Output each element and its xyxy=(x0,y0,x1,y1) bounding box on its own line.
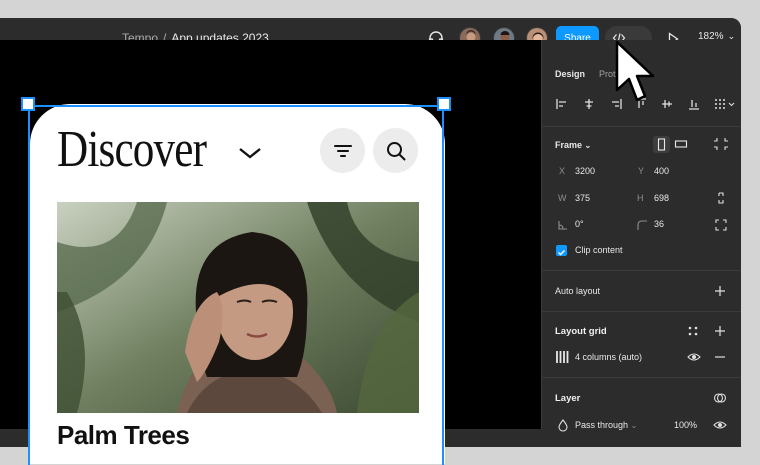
y-label: Y xyxy=(638,166,645,176)
auto-layout-label: Auto layout xyxy=(555,286,601,296)
layer-label: Layer xyxy=(555,393,581,404)
constrain-proportions-icon[interactable] xyxy=(714,191,728,205)
divider xyxy=(541,311,741,312)
resize-to-fit-icon[interactable] xyxy=(714,137,728,151)
minus-icon[interactable] xyxy=(713,350,727,364)
align-horizontal-center-icon[interactable] xyxy=(582,97,596,111)
tab-design[interactable]: Design xyxy=(555,69,585,79)
blend-mode-icon[interactable] xyxy=(713,391,727,405)
corner-radius-input[interactable]: 36 xyxy=(654,219,664,229)
selection-outline xyxy=(28,105,444,465)
mouse-cursor-icon xyxy=(615,40,655,102)
portrait-toggle[interactable] xyxy=(653,136,670,153)
align-left-icon[interactable] xyxy=(555,97,569,111)
x-label: X xyxy=(559,166,566,176)
w-label: W xyxy=(558,193,567,203)
y-input[interactable]: 400 xyxy=(654,166,669,176)
blend-mode-dropdown[interactable]: Pass through ⌄ xyxy=(575,420,637,430)
x-input[interactable]: 3200 xyxy=(575,166,595,176)
rotation-icon xyxy=(558,221,567,230)
portrait-icon xyxy=(657,138,666,151)
clip-content-label: Clip content xyxy=(575,245,623,255)
width-input[interactable]: 375 xyxy=(575,193,590,203)
columns-grid-icon[interactable] xyxy=(555,350,569,364)
landscape-icon[interactable] xyxy=(674,137,688,151)
divider xyxy=(541,126,741,127)
grid-item-label[interactable]: 4 columns (auto) xyxy=(575,352,642,362)
eye-icon[interactable] xyxy=(713,418,727,432)
opacity-input[interactable]: 100% xyxy=(674,420,697,430)
chevron-down-icon: ⌄ xyxy=(630,421,638,430)
resize-handle-top-right[interactable] xyxy=(437,97,451,111)
rotation-input[interactable]: 0° xyxy=(575,219,584,229)
align-bottom-icon[interactable] xyxy=(687,97,701,111)
height-input[interactable]: 698 xyxy=(654,193,669,203)
blend-mode-value: Pass through xyxy=(575,420,629,430)
grid-styles-icon[interactable] xyxy=(686,324,700,338)
corner-radius-icon xyxy=(637,220,647,230)
chevron-down-icon: ⌄ xyxy=(584,141,592,150)
plus-icon[interactable] xyxy=(713,284,727,298)
align-vertical-center-icon[interactable] xyxy=(660,97,674,111)
divider xyxy=(541,270,741,271)
independent-corners-icon[interactable] xyxy=(714,218,728,232)
eye-icon[interactable] xyxy=(687,350,701,364)
drop-icon xyxy=(558,419,568,432)
h-label: H xyxy=(637,193,644,203)
checkmark-icon xyxy=(558,250,565,256)
resize-handle-top-left[interactable] xyxy=(21,97,35,111)
plus-icon[interactable] xyxy=(713,324,727,338)
layout-grid-label: Layout grid xyxy=(555,326,607,337)
distribute-icon[interactable] xyxy=(714,97,736,111)
frame-label: Frame xyxy=(555,140,583,150)
clip-content-checkbox[interactable] xyxy=(556,245,567,256)
divider xyxy=(541,377,741,378)
frame-dropdown[interactable]: Frame ⌄ xyxy=(555,140,591,150)
